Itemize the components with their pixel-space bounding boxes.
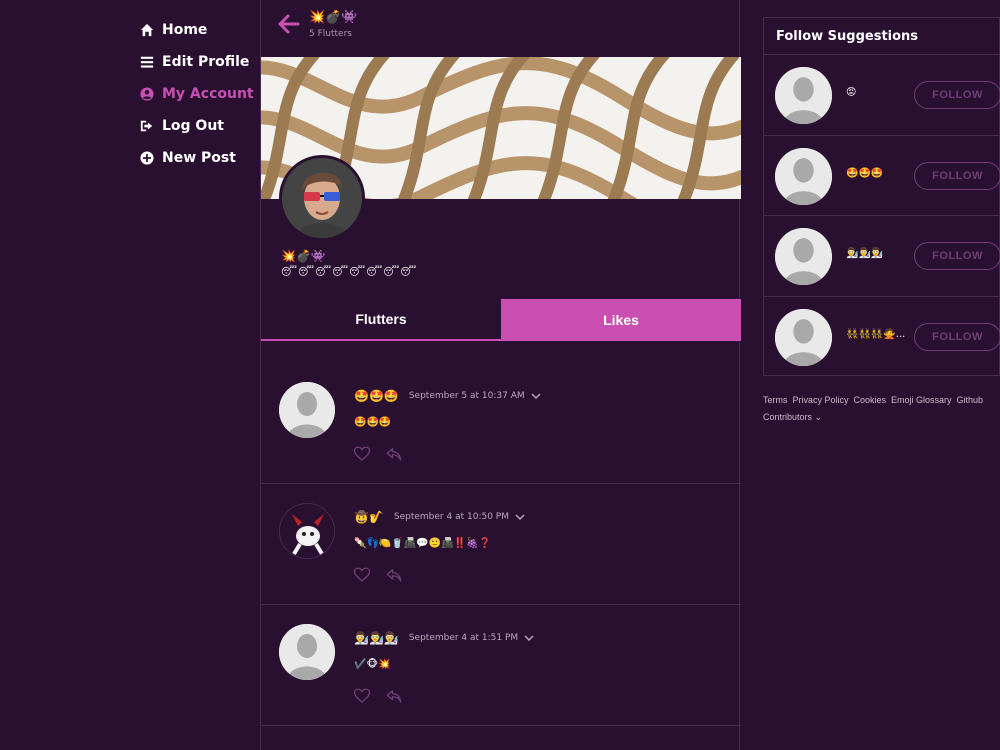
follow-button[interactable]: FOLLOW xyxy=(914,81,1000,109)
post-author[interactable]: 🤩🤩🤩 xyxy=(354,389,399,403)
nav-new-post-label: New Post xyxy=(162,150,236,166)
post-author[interactable]: 👨‍🔬👨‍🔬👨‍🔬 xyxy=(354,631,399,645)
post-actions xyxy=(353,445,403,463)
profile-tabs: Flutters Likes xyxy=(261,299,741,341)
nav-my-account[interactable]: My Account xyxy=(140,78,260,110)
profile-avatar xyxy=(279,155,365,241)
feed: 🤩🤩🤩 September 5 at 10:37 AM 🤩🤩🤩 🤠🎷 Septe… xyxy=(261,363,741,726)
chevron-down-icon[interactable] xyxy=(515,512,525,522)
back-arrow-icon[interactable] xyxy=(277,12,301,36)
flutter-count: 5 Flutters xyxy=(309,29,352,39)
suggestion-name[interactable]: 🤩🤩🤩 xyxy=(846,168,883,179)
footer-link-emoji-glossary[interactable]: Emoji Glossary xyxy=(891,395,952,405)
post-avatar[interactable] xyxy=(279,382,335,438)
footer-link-privacy[interactable]: Privacy Policy xyxy=(793,395,849,405)
user-circle-icon xyxy=(140,87,162,101)
suggestion-item: 🤩🤩🤩 FOLLOW xyxy=(764,136,1000,216)
suggestion-name[interactable]: 👨‍🔬👨‍🔬👨‍🔬 xyxy=(846,248,883,259)
default-avatar-icon xyxy=(279,624,335,680)
reply-icon[interactable] xyxy=(385,566,403,584)
profile-bio: 😴😴😴😴😴😴😴😴 xyxy=(281,267,418,278)
nav-edit-profile[interactable]: Edit Profile xyxy=(140,46,260,78)
profile-main: 💥💣👾 5 Flutters 💥💣👾 😴😴😴😴😴😴😴😴 Flutters Lik… xyxy=(260,0,741,750)
default-avatar-icon xyxy=(775,147,832,205)
post[interactable]: 🤩🤩🤩 September 5 at 10:37 AM 🤩🤩🤩 xyxy=(261,363,741,484)
post[interactable]: 🤠🎷 September 4 at 10:50 PM 🍡👣🍋🥤📠💬🙁📠‼️🍇❓ xyxy=(261,484,741,605)
nav-home-label: Home xyxy=(162,22,208,38)
header-username: 💥💣👾 xyxy=(309,10,358,25)
dragon-avatar-image xyxy=(280,504,334,558)
suggestion-avatar[interactable] xyxy=(775,228,832,285)
default-avatar-icon xyxy=(279,382,335,438)
post-date: September 4 at 10:50 PM xyxy=(393,512,509,522)
post-date: September 4 at 1:51 PM xyxy=(408,633,519,643)
logout-icon xyxy=(140,119,162,133)
post-date: September 5 at 10:37 AM xyxy=(408,391,525,401)
nav-my-account-label: My Account xyxy=(162,86,254,102)
suggestion-avatar[interactable] xyxy=(775,308,832,366)
follow-suggestions: Follow Suggestions 😡 FOLLOW 🤩🤩🤩 FOLLOW 👨… xyxy=(763,17,1000,376)
footer-link-terms[interactable]: Terms xyxy=(763,395,788,405)
suggestion-avatar[interactable] xyxy=(775,67,832,124)
contributors-label: Contributors xyxy=(763,412,813,422)
chevron-down-icon: ⌄ xyxy=(814,412,823,422)
chevron-down-icon[interactable] xyxy=(524,633,534,643)
post-header: 👨‍🔬👨‍🔬👨‍🔬 September 4 at 1:51 PM xyxy=(354,631,534,645)
post-actions xyxy=(353,566,403,584)
post-body: ✔️🐵💥 xyxy=(354,659,391,670)
heart-icon[interactable] xyxy=(353,687,371,705)
heart-icon[interactable] xyxy=(353,445,371,463)
suggestion-name[interactable]: 😡 xyxy=(846,87,856,98)
nav-log-out-label: Log Out xyxy=(162,118,224,134)
post[interactable]: 👨‍🔬👨‍🔬👨‍🔬 September 4 at 1:51 PM ✔️🐵💥 xyxy=(261,605,741,726)
profile-name: 💥💣👾 xyxy=(281,249,326,263)
post-avatar[interactable] xyxy=(279,624,335,680)
reply-icon[interactable] xyxy=(385,445,403,463)
tab-flutters[interactable]: Flutters xyxy=(261,299,501,341)
footer-link-github[interactable]: Github xyxy=(957,395,984,405)
follow-button[interactable]: FOLLOW xyxy=(914,161,1000,190)
post-body: 🍡👣🍋🥤📠💬🙁📠‼️🍇❓ xyxy=(354,538,491,549)
nav-new-post[interactable]: New Post xyxy=(140,142,260,174)
nav-edit-profile-label: Edit Profile xyxy=(162,54,250,70)
suggestion-avatar[interactable] xyxy=(775,147,832,205)
tab-likes[interactable]: Likes xyxy=(501,299,741,341)
follow-suggestions-title: Follow Suggestions xyxy=(764,18,999,55)
suggestion-item: 😡 FOLLOW xyxy=(764,55,1000,136)
suggestion-name[interactable]: 👯👯👯🙅... xyxy=(846,329,905,340)
plus-circle-icon xyxy=(140,151,162,165)
post-avatar[interactable] xyxy=(279,503,335,559)
default-avatar-icon xyxy=(775,228,832,285)
follow-button[interactable]: FOLLOW xyxy=(914,322,1000,351)
nav-home[interactable]: Home xyxy=(140,14,260,46)
heart-icon[interactable] xyxy=(353,566,371,584)
chevron-down-icon[interactable] xyxy=(531,391,541,401)
home-icon xyxy=(140,23,162,37)
footer: Terms Privacy Policy Cookies Emoji Glossary… xyxy=(763,392,1000,426)
suggestion-item: 👯👯👯🙅... FOLLOW xyxy=(764,297,1000,378)
default-avatar-icon xyxy=(775,67,832,124)
post-body: 🤩🤩🤩 xyxy=(354,417,392,428)
footer-link-cookies[interactable]: Cookies xyxy=(854,395,887,405)
default-avatar-icon xyxy=(775,308,832,366)
nav-log-out[interactable]: Log Out xyxy=(140,110,260,142)
profile-header: 💥💣👾 5 Flutters xyxy=(261,0,739,56)
post-author[interactable]: 🤠🎷 xyxy=(354,510,384,524)
post-actions xyxy=(353,687,403,705)
list-icon xyxy=(140,55,162,69)
post-header: 🤩🤩🤩 September 5 at 10:37 AM xyxy=(354,389,541,403)
reply-icon[interactable] xyxy=(385,687,403,705)
profile-avatar-image xyxy=(282,158,362,238)
left-nav: Home Edit Profile My Account Log Out New… xyxy=(140,14,260,174)
suggestion-item: 👨‍🔬👨‍🔬👨‍🔬 FOLLOW xyxy=(764,216,1000,297)
post-header: 🤠🎷 September 4 at 10:50 PM xyxy=(354,510,525,524)
footer-link-contributors[interactable]: Contributors ⌄ xyxy=(763,412,822,422)
follow-button[interactable]: FOLLOW xyxy=(914,242,1000,270)
